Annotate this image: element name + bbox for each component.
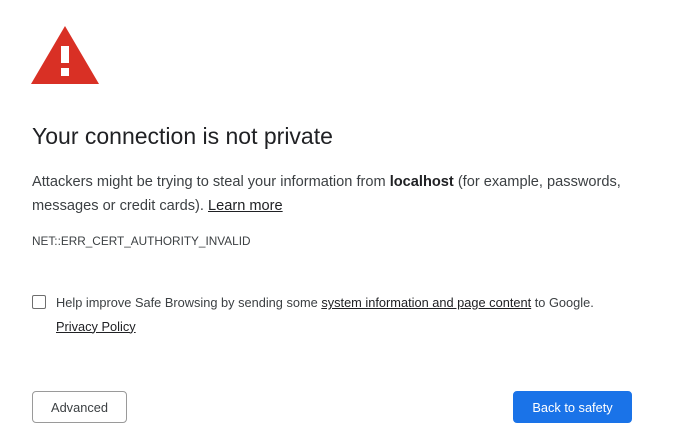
error-code: NET::ERR_CERT_AUTHORITY_INVALID [32,234,251,248]
advanced-button[interactable]: Advanced [32,391,127,423]
interstitial-page: Your connection is not private Attackers… [0,0,687,435]
learn-more-link[interactable]: Learn more [208,198,283,214]
page-title: Your connection is not private [32,123,333,149]
privacy-policy-link[interactable]: Privacy Policy [56,319,136,334]
warning-triangle-icon [31,26,99,84]
back-to-safety-button[interactable]: Back to safety [513,391,632,423]
system-information-link[interactable]: system information and page content [321,295,531,310]
explanation-prefix: Attackers might be trying to steal your … [32,174,390,190]
safe-browsing-label: Help improve Safe Browsing by sending so… [56,291,656,338]
safe-browsing-middle: to Google. [531,295,594,310]
safe-browsing-checkbox[interactable] [32,295,46,309]
hostname: localhost [389,174,454,190]
explanation-text: Attackers might be trying to steal your … [32,171,652,218]
safe-browsing-prefix: Help improve Safe Browsing by sending so… [56,295,322,310]
